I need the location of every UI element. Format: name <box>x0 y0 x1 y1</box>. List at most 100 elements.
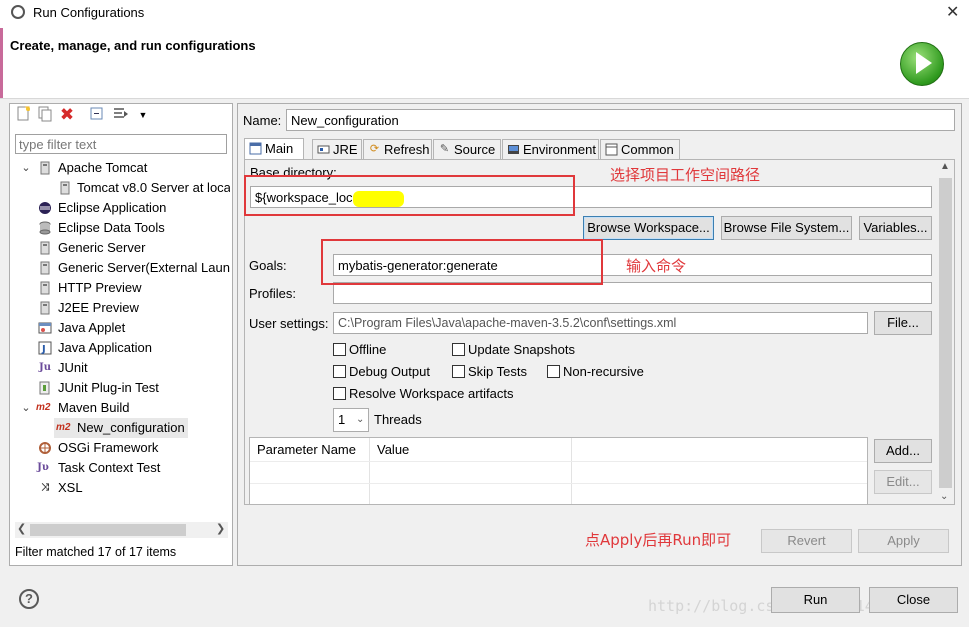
new-config-icon[interactable] <box>14 106 32 124</box>
name-field[interactable] <box>286 109 955 131</box>
tab-refresh[interactable]: ⟳ Refresh <box>363 139 432 159</box>
tree-item-generic-server-external[interactable]: Generic Server(External Launc <box>12 258 230 278</box>
tab-common[interactable]: Common <box>600 139 680 159</box>
close-button[interactable]: Close <box>869 587 958 613</box>
skip-tests-label: Skip Tests <box>468 364 528 379</box>
column-divider <box>571 438 572 504</box>
delete-icon[interactable]: ✖ <box>58 106 76 124</box>
svg-text:J: J <box>41 344 46 355</box>
tree-item-http-preview[interactable]: HTTP Preview <box>12 278 230 298</box>
threads-value: 1 <box>338 412 346 427</box>
tree-item-new-configuration[interactable]: m2 New_configuration <box>54 418 188 438</box>
tree-item-osgi-framework[interactable]: OSGi Framework <box>12 438 230 458</box>
xsl-icon: ⤨ <box>41 482 49 493</box>
tree-item-maven-build[interactable]: ⌄ m2 Maven Build <box>12 398 230 418</box>
tab-environment[interactable]: Environment <box>502 139 599 159</box>
tab-main[interactable]: Main <box>244 138 304 160</box>
tree-item-task-context-test[interactable]: Jυ Task Context Test <box>12 458 230 478</box>
edit-button[interactable]: Edit... <box>874 470 932 494</box>
tree-item-label: Maven Build <box>58 400 130 415</box>
close-icon[interactable]: ✕ <box>946 2 959 22</box>
scrollbar-thumb[interactable] <box>30 524 186 536</box>
dropdown-icon[interactable]: ▼ <box>134 106 152 124</box>
scroll-up-icon[interactable]: ▲ <box>940 161 950 172</box>
help-icon[interactable]: ? <box>19 589 39 609</box>
window-edge <box>0 28 3 98</box>
duplicate-icon[interactable] <box>36 106 54 124</box>
collapse-all-icon[interactable] <box>88 106 106 124</box>
tree-item-junit-plugin-test[interactable]: JUnit Plug-in Test <box>12 378 230 398</box>
tree-item-tomcat-server[interactable]: Tomcat v8.0 Server at loca <box>12 178 230 198</box>
filter-icon[interactable] <box>112 106 130 124</box>
column-header-parameter-name[interactable]: Parameter Name <box>257 442 356 457</box>
variables-button[interactable]: Variables... <box>859 216 932 240</box>
threads-select[interactable]: 1 ⌄ <box>333 408 369 432</box>
tab-label: Source <box>454 142 496 157</box>
tree-item-j2ee-preview[interactable]: J2EE Preview <box>12 298 230 318</box>
tree-item-generic-server[interactable]: Generic Server <box>12 238 230 258</box>
app-icon <box>11 5 25 19</box>
scroll-left-icon[interactable]: ❮ <box>17 522 26 535</box>
column-divider <box>369 438 370 504</box>
junit-plugin-icon <box>38 381 52 395</box>
annotation-box-goals <box>321 239 603 285</box>
scrollbar-thumb[interactable] <box>939 178 952 488</box>
environment-icon <box>507 143 520 156</box>
configuration-tree: ⌄ Apache Tomcat Tomcat v8.0 Server at lo… <box>12 158 230 518</box>
add-button[interactable]: Add... <box>874 439 932 463</box>
jre-icon <box>317 143 330 156</box>
tree-item-label: Tomcat v8.0 Server at loca <box>77 180 230 195</box>
tab-source[interactable]: ✎ Source <box>433 139 501 159</box>
offline-checkbox[interactable] <box>333 343 346 356</box>
browse-workspace-button[interactable]: Browse Workspace... <box>583 216 714 240</box>
update-snapshots-checkbox[interactable] <box>452 343 465 356</box>
tree-item-java-application[interactable]: J Java Application <box>12 338 230 358</box>
browse-file-system-button[interactable]: Browse File System... <box>721 216 852 240</box>
skip-tests-checkbox[interactable] <box>452 365 465 378</box>
server-icon <box>38 301 52 315</box>
user-settings-field[interactable] <box>333 312 868 334</box>
apply-button[interactable]: Apply <box>858 529 949 553</box>
profiles-label: Profiles: <box>249 286 296 301</box>
name-label: Name: <box>243 113 282 128</box>
tree-item-eclipse-data-tools[interactable]: Eclipse Data Tools <box>12 218 230 238</box>
offline-label: Offline <box>349 342 387 357</box>
tab-label: Common <box>621 142 674 157</box>
debug-output-checkbox[interactable] <box>333 365 346 378</box>
tree-item-label: New_configuration <box>77 420 185 435</box>
maven-icon: m2 <box>56 422 71 433</box>
goals-label: Goals: <box>249 258 287 273</box>
profiles-field[interactable] <box>333 282 932 304</box>
scroll-down-icon[interactable]: ⌄ <box>940 491 948 502</box>
threads-label: Threads <box>374 412 422 427</box>
scroll-right-icon[interactable]: ❯ <box>216 522 225 535</box>
tree-item-junit[interactable]: Ju JUnit <box>12 358 230 378</box>
header-title: Create, manage, and run configurations <box>10 38 256 53</box>
resolve-workspace-label: Resolve Workspace artifacts <box>349 386 514 401</box>
tree-item-label: OSGi Framework <box>58 440 159 455</box>
tree-item-label: HTTP Preview <box>58 280 142 295</box>
revert-button[interactable]: Revert <box>761 529 852 553</box>
filter-status: Filter matched 17 of 17 items <box>15 545 177 559</box>
osgi-icon <box>38 441 52 455</box>
tree-item-eclipse-application[interactable]: Eclipse Application <box>12 198 230 218</box>
filter-input[interactable] <box>15 134 227 154</box>
chevron-down-icon[interactable]: ⌄ <box>20 398 32 418</box>
tree-item-java-applet[interactable]: Java Applet <box>12 318 230 338</box>
main-tab-icon <box>249 142 262 155</box>
annotation-base-directory: 选择项目工作空间路径 <box>610 166 761 184</box>
tree-item-apache-tomcat[interactable]: ⌄ Apache Tomcat <box>12 158 230 178</box>
tree-item-xsl[interactable]: ⤨ XSL <box>12 478 230 498</box>
run-button[interactable]: Run <box>771 587 860 613</box>
file-button[interactable]: File... <box>874 311 932 335</box>
java-app-icon: J <box>38 341 52 355</box>
tab-jre[interactable]: JRE <box>312 139 362 159</box>
resolve-workspace-checkbox[interactable] <box>333 387 346 400</box>
title-bar <box>0 0 969 28</box>
non-recursive-checkbox[interactable] <box>547 365 560 378</box>
chevron-down-icon[interactable]: ⌄ <box>20 158 32 178</box>
non-recursive-label: Non-recursive <box>563 364 644 379</box>
column-header-value[interactable]: Value <box>377 442 409 457</box>
tree-item-label: J2EE Preview <box>58 300 139 315</box>
maven-icon: m2 <box>36 402 51 413</box>
